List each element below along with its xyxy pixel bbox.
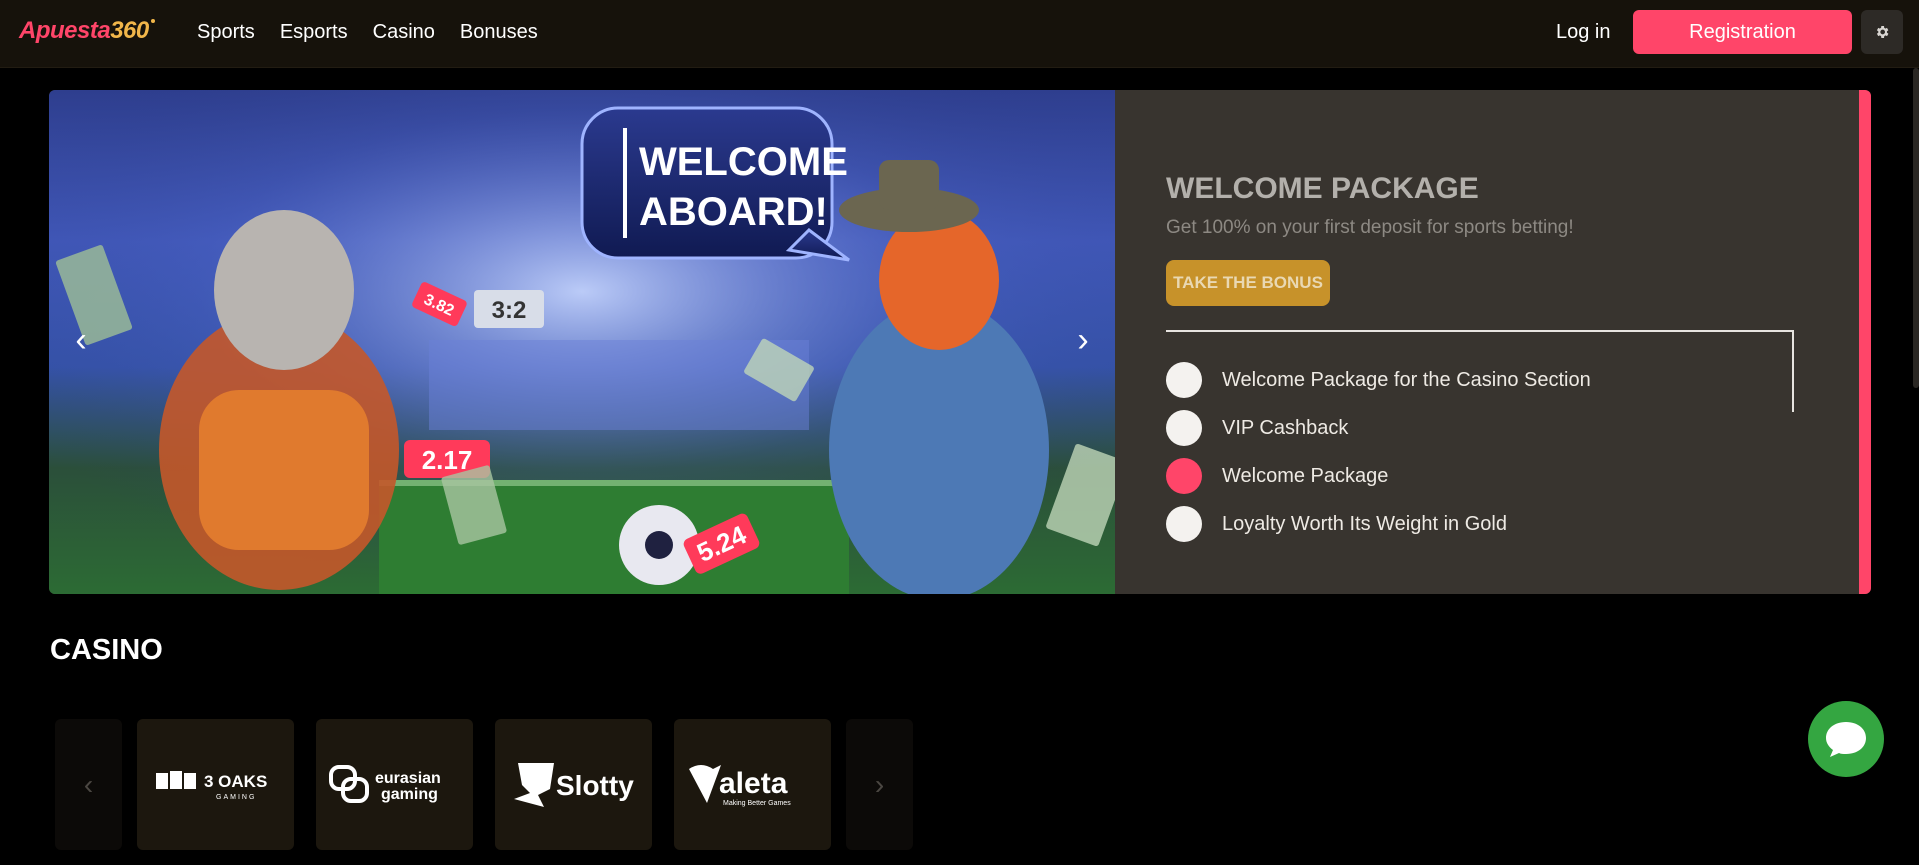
provider-tile-3oaks[interactable]: 3 OAKS GAMING xyxy=(137,719,294,850)
provider-tile-slotty[interactable]: Slotty xyxy=(495,719,652,850)
provider-sub: GAMING xyxy=(216,794,256,801)
nav-sports[interactable]: Sports xyxy=(197,20,255,44)
promo-banner: WELCOME ABOARD! 3:2 3.82 2.17 5.24 ‹ › W… xyxy=(49,90,1871,594)
banner-divider xyxy=(1166,330,1794,332)
odd-tag-2: 2.17 xyxy=(422,445,473,475)
offer-label: Welcome Package xyxy=(1222,464,1389,487)
nav-bonuses[interactable]: Bonuses xyxy=(460,20,538,44)
offer-item[interactable]: VIP Cashback xyxy=(1166,404,1591,452)
provider-tile-valeta[interactable]: aleta Making Better Games xyxy=(674,719,831,850)
login-link[interactable]: Log in xyxy=(1556,20,1611,44)
provider-name: 3 OAKS xyxy=(204,772,267,791)
settings-button[interactable] xyxy=(1861,10,1903,54)
provider-logo-slotty: Slotty xyxy=(513,762,634,807)
banner-hero-image: WELCOME ABOARD! 3:2 3.82 2.17 5.24 ‹ › xyxy=(49,90,1115,594)
page-scrollbar[interactable] xyxy=(1913,68,1919,388)
nav-casino[interactable]: Casino xyxy=(373,20,435,44)
chevron-right-icon: › xyxy=(874,768,885,800)
score-label: 3:2 xyxy=(492,297,527,324)
provider-tile-eurasian[interactable]: eurasian gaming xyxy=(316,719,473,850)
chat-button[interactable] xyxy=(1808,701,1884,777)
logo-dot xyxy=(150,19,155,23)
carousel-next-button[interactable]: › xyxy=(846,719,913,850)
banner-subtitle: Get 100% on your first deposit for sport… xyxy=(1166,217,1574,238)
provider-name: aleta xyxy=(719,767,788,800)
offer-label: Welcome Package for the Casino Section xyxy=(1222,368,1591,391)
site-logo[interactable]: Apuesta360 xyxy=(19,17,155,45)
speech-line-1: WELCOME xyxy=(639,140,848,184)
provider-logo-eurasian: eurasian gaming xyxy=(328,764,441,803)
provider-logo-3oaks: 3 OAKS GAMING xyxy=(155,770,267,801)
provider-sub: gaming xyxy=(381,786,438,803)
nav-esports[interactable]: Esports xyxy=(280,20,348,44)
chat-bubble-icon xyxy=(1826,722,1866,757)
banner-prev-arrow[interactable]: ‹ xyxy=(61,320,101,360)
logo-text-secondary: 360 xyxy=(110,17,149,44)
provider-sub: Making Better Games xyxy=(723,800,791,807)
offer-label: VIP Cashback xyxy=(1222,416,1349,439)
offer-dot-icon xyxy=(1166,506,1202,542)
top-header: Apuesta360 Sports Esports Casino Bonuses… xyxy=(0,0,1919,68)
offer-dot-icon xyxy=(1166,410,1202,446)
logo-text-primary: Apuesta xyxy=(19,17,111,44)
provider-name: Slotty xyxy=(556,770,634,801)
offer-label: Loyalty Worth Its Weight in Gold xyxy=(1222,512,1507,535)
provider-logo-valeta: aleta Making Better Games xyxy=(688,764,791,807)
offer-item[interactable]: Welcome Package for the Casino Section xyxy=(1166,356,1591,404)
banner-divider-vertical xyxy=(1792,330,1794,412)
banner-title: WELCOME PACKAGE xyxy=(1166,172,1479,205)
offer-list: Welcome Package for the Casino Section V… xyxy=(1166,356,1591,548)
registration-button[interactable]: Registration xyxy=(1633,10,1852,54)
banner-next-arrow[interactable]: › xyxy=(1063,320,1103,360)
banner-info-panel: WELCOME PACKAGE Get 100% on your first d… xyxy=(1166,90,1806,594)
offer-item[interactable]: Loyalty Worth Its Weight in Gold xyxy=(1166,500,1591,548)
chevron-left-icon: ‹ xyxy=(83,768,94,800)
offer-item-active[interactable]: Welcome Package xyxy=(1166,452,1591,500)
offer-dot-icon-active xyxy=(1166,458,1202,494)
provider-name: eurasian xyxy=(375,770,441,787)
offer-dot-icon xyxy=(1166,362,1202,398)
take-bonus-button[interactable]: TAKE THE BONUS xyxy=(1166,260,1330,306)
hero-illustration: WELCOME ABOARD! 3:2 3.82 2.17 5.24 xyxy=(49,90,1115,594)
carousel-prev-button[interactable]: ‹ xyxy=(55,719,122,850)
main-nav: Sports Esports Casino Bonuses xyxy=(197,20,538,44)
speech-line-2: ABOARD! xyxy=(639,190,828,234)
casino-section-title: CASINO xyxy=(50,634,163,666)
banner-accent-bar xyxy=(1859,90,1871,594)
gear-icon xyxy=(1876,26,1889,38)
